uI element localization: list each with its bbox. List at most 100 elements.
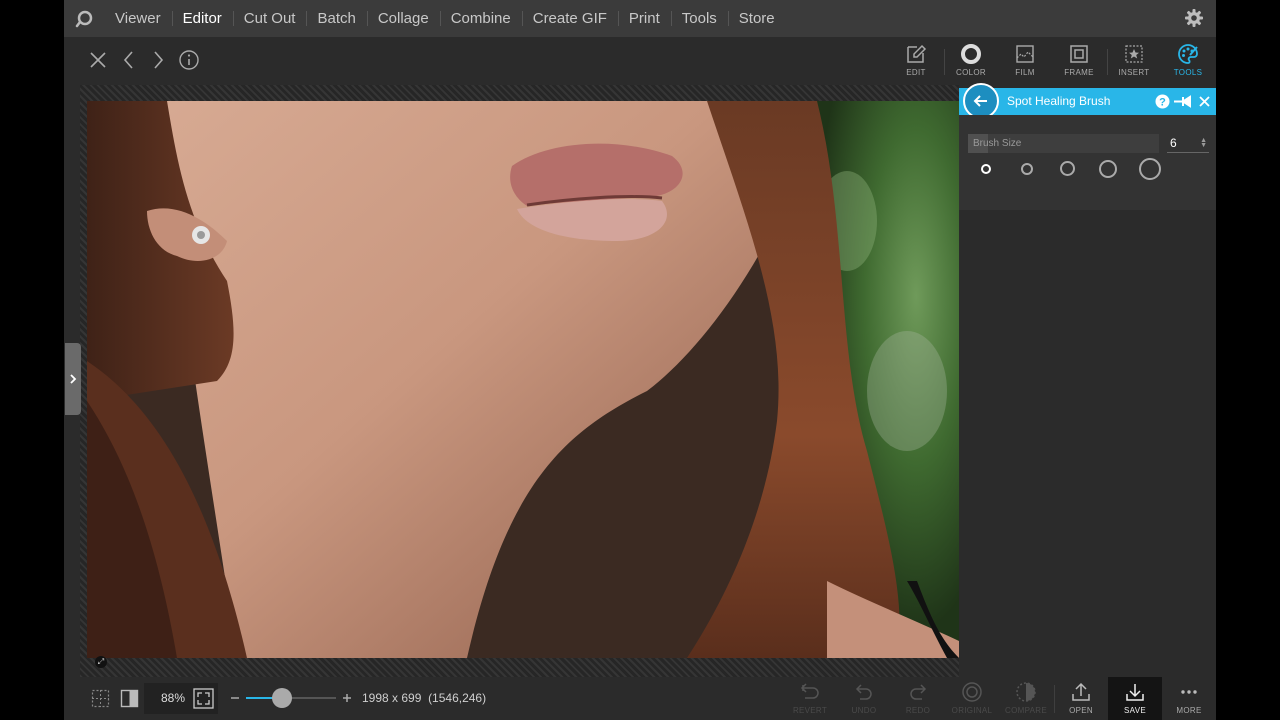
brush-size-preset-4[interactable] (1099, 160, 1117, 178)
menu-editor[interactable]: Editor (171, 0, 233, 37)
brush-size-preset-3[interactable] (1060, 161, 1075, 176)
redo-label: REDO (905, 706, 931, 715)
chevron-right-icon[interactable] (147, 49, 169, 71)
zoom-slider-knob[interactable] (272, 688, 292, 708)
brush-size-preset-2[interactable] (1021, 163, 1033, 175)
expand-icon[interactable]: ⤢ (95, 656, 107, 668)
zoom-in-icon[interactable] (341, 691, 353, 709)
tool-tools-label: TOOLS (1173, 68, 1203, 77)
frame-icon (1070, 45, 1088, 63)
stepper-arrows-icon[interactable]: ▲ ▼ (1200, 137, 1207, 149)
panel-header: Spot Healing Brush ? (959, 83, 1216, 119)
revert-button[interactable]: REVERT (785, 677, 835, 720)
open-button[interactable]: OPEN (1056, 677, 1106, 720)
edit-icon (907, 44, 927, 63)
original-button[interactable]: ORIGINAL (947, 677, 997, 720)
menu-batch[interactable]: Batch (306, 0, 366, 37)
tool-color[interactable]: COLOR (947, 43, 995, 81)
bottom-divider (1054, 685, 1055, 713)
fit-screen-icon[interactable] (193, 688, 214, 714)
chevron-left-icon[interactable] (118, 49, 140, 71)
redo-button[interactable]: REDO (893, 677, 943, 720)
info-icon[interactable] (178, 49, 200, 71)
undo-icon (855, 684, 872, 700)
panel-body: Brush Size 6 ▲ ▼ (959, 115, 1216, 210)
color-icon (961, 44, 981, 64)
download-icon (1126, 684, 1144, 701)
menu-cut-out[interactable]: Cut Out (232, 0, 307, 37)
brush-size-slider[interactable]: Brush Size (968, 134, 1159, 153)
menu-collage[interactable]: Collage (366, 0, 440, 37)
original-icon (962, 682, 982, 702)
brush-size-value: 6 (1170, 136, 1177, 150)
zoom-value[interactable]: 88% (161, 683, 185, 714)
tool-film[interactable]: FILM (1001, 43, 1049, 81)
brush-size-preset-1[interactable] (981, 164, 991, 174)
tool-insert[interactable]: INSERT (1110, 43, 1158, 81)
selection-grid-icon[interactable] (91, 689, 110, 713)
editor-toolbar: EDIT COLOR FILM FRAME INSERT TOOLS (64, 37, 1216, 85)
tool-edit[interactable]: EDIT (892, 43, 940, 81)
app-logo-icon[interactable] (64, 0, 104, 37)
menu-viewer[interactable]: Viewer (104, 0, 172, 37)
original-label: ORIGINAL (951, 706, 993, 715)
zoom-box: 88% (144, 683, 218, 714)
palette-icon (1178, 44, 1198, 64)
menu-store[interactable]: Store (727, 0, 786, 37)
toolbar-divider (1107, 49, 1108, 75)
tool-frame-label: FRAME (1064, 68, 1094, 77)
insert-icon (1125, 45, 1143, 63)
image-canvas[interactable]: ⤢ (80, 85, 959, 677)
undo-button[interactable]: UNDO (839, 677, 889, 720)
more-label: MORE (1176, 706, 1202, 715)
upload-icon (1072, 682, 1090, 701)
help-icon[interactable]: ? (1155, 94, 1170, 109)
tool-edit-label: EDIT (906, 68, 926, 77)
back-button[interactable] (963, 83, 999, 119)
revert-label: REVERT (792, 706, 828, 715)
close-icon[interactable] (87, 49, 109, 71)
redo-icon (910, 684, 927, 700)
photo[interactable] (87, 101, 959, 658)
more-button[interactable]: MORE (1164, 677, 1214, 720)
undo-label: UNDO (851, 706, 877, 715)
spot-healing-panel: Spot Healing Brush ? Brush Size 6 ▲ ▼ (959, 83, 1216, 677)
chevron-right-icon (70, 374, 77, 384)
save-button[interactable]: SAVE (1108, 677, 1162, 720)
zoom-slider[interactable] (246, 688, 336, 708)
compare-icon (1016, 682, 1036, 702)
more-dots-icon (1181, 690, 1197, 694)
compare-label: COMPARE (1005, 706, 1047, 715)
compare-button[interactable]: COMPARE (1001, 677, 1051, 720)
tool-tools[interactable]: TOOLS (1164, 43, 1212, 81)
zoom-out-icon[interactable] (229, 691, 241, 709)
menu-create-gif[interactable]: Create GIF (521, 0, 618, 37)
film-icon (1016, 45, 1034, 63)
pin-icon[interactable] (1173, 94, 1193, 109)
revert-icon (800, 683, 819, 699)
status-bar: 88% 1998 x 699 (1546,246) REVERT UNDO RE… (64, 677, 1216, 720)
gear-icon[interactable] (1184, 8, 1204, 28)
tool-frame[interactable]: FRAME (1055, 43, 1103, 81)
close-icon[interactable] (1197, 94, 1212, 109)
brush-size-label: Brush Size (973, 138, 1022, 149)
editor-window: Viewer Editor Cut Out Batch Collage Comb… (64, 0, 1216, 720)
open-label: OPEN (1069, 706, 1093, 715)
brush-size-input[interactable]: 6 ▲ ▼ (1167, 134, 1209, 153)
brush-size-preset-5[interactable] (1139, 158, 1161, 180)
tool-insert-label: INSERT (1118, 68, 1150, 77)
menu-tools[interactable]: Tools (670, 0, 728, 37)
menu-combine[interactable]: Combine (439, 0, 522, 37)
image-dimensions: 1998 x 699 (362, 691, 422, 705)
tool-film-label: FILM (1015, 68, 1035, 77)
sidebar-toggle-button[interactable] (65, 343, 81, 415)
toolbar-divider (944, 49, 945, 75)
image-info: 1998 x 699 (1546,246) (362, 677, 486, 720)
arrow-left-icon (973, 95, 987, 107)
compare-view-icon[interactable] (120, 689, 139, 713)
svg-text:?: ? (1159, 97, 1166, 109)
cursor-position: (1546,246) (428, 691, 487, 705)
main-menu-bar: Viewer Editor Cut Out Batch Collage Comb… (64, 0, 1216, 37)
panel-title: Spot Healing Brush (1007, 94, 1111, 108)
menu-print[interactable]: Print (617, 0, 671, 37)
